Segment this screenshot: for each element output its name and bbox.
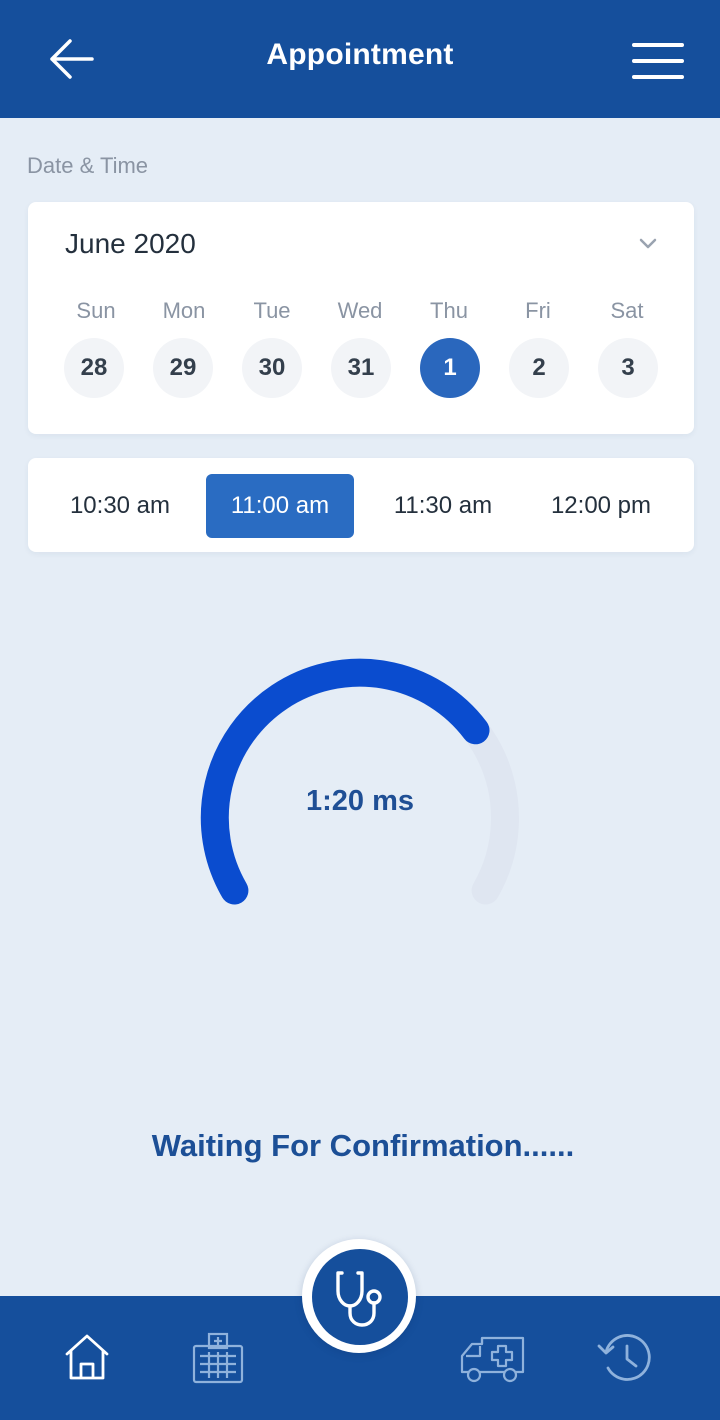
date-button[interactable]: 1	[420, 338, 480, 398]
app-header: Appointment	[0, 0, 720, 118]
hamburger-menu-icon	[632, 43, 684, 79]
month-label: June 2020	[65, 228, 196, 259]
day-name-sat: Sat	[610, 298, 644, 323]
history-icon	[597, 1334, 651, 1381]
countdown-value: 1:20 ms	[305, 785, 414, 817]
time-slot-button[interactable]: 11:00 am	[206, 474, 354, 538]
chevron-down-icon	[639, 238, 657, 249]
doctor-consult-button[interactable]	[312, 1249, 408, 1345]
ambulance-icon	[460, 1336, 525, 1383]
date-button[interactable]: 31	[331, 338, 391, 398]
time-slot-button[interactable]: 12:00 pm	[527, 474, 675, 538]
day-name-wed: Wed	[337, 298, 383, 323]
page-title: Appointment	[266, 38, 454, 71]
hospital-icon	[192, 1332, 244, 1384]
day-name-tue: Tue	[253, 298, 291, 323]
date-button[interactable]: 28	[64, 338, 124, 398]
day-name-thu: Thu	[430, 298, 468, 323]
gauge-progress-arc	[200, 658, 490, 905]
day-name-mon: Mon	[162, 298, 206, 323]
date-button[interactable]: 2	[509, 338, 569, 398]
section-label-date-time: Date & Time	[27, 153, 149, 178]
nav-hospital[interactable]	[190, 1332, 246, 1384]
time-slot-button[interactable]: 11:30 am	[369, 474, 517, 538]
time-slot-button[interactable]: 10:30 am	[46, 474, 194, 538]
menu-button[interactable]	[630, 40, 686, 82]
nav-history[interactable]	[596, 1330, 654, 1386]
date-button[interactable]: 30	[242, 338, 302, 398]
date-button[interactable]: 29	[153, 338, 213, 398]
day-name-fri: Fri	[525, 298, 551, 323]
nav-ambulance[interactable]	[460, 1334, 528, 1384]
stethoscope-icon	[336, 1271, 382, 1327]
confirmation-status: Waiting For Confirmation......	[151, 1128, 575, 1163]
calendar-card: June 2020 Sun Mon Tue Wed Thu Fri Sat 28…	[28, 202, 694, 434]
countdown-gauge	[200, 658, 519, 905]
date-button[interactable]: 3	[598, 338, 658, 398]
time-slot-card: 10:30 am 11:00 am 11:30 am 12:00 pm	[28, 458, 694, 552]
home-icon	[65, 1334, 109, 1380]
day-name-sun: Sun	[76, 298, 116, 323]
month-dropdown-button[interactable]	[636, 234, 660, 254]
nav-home[interactable]	[62, 1332, 112, 1382]
